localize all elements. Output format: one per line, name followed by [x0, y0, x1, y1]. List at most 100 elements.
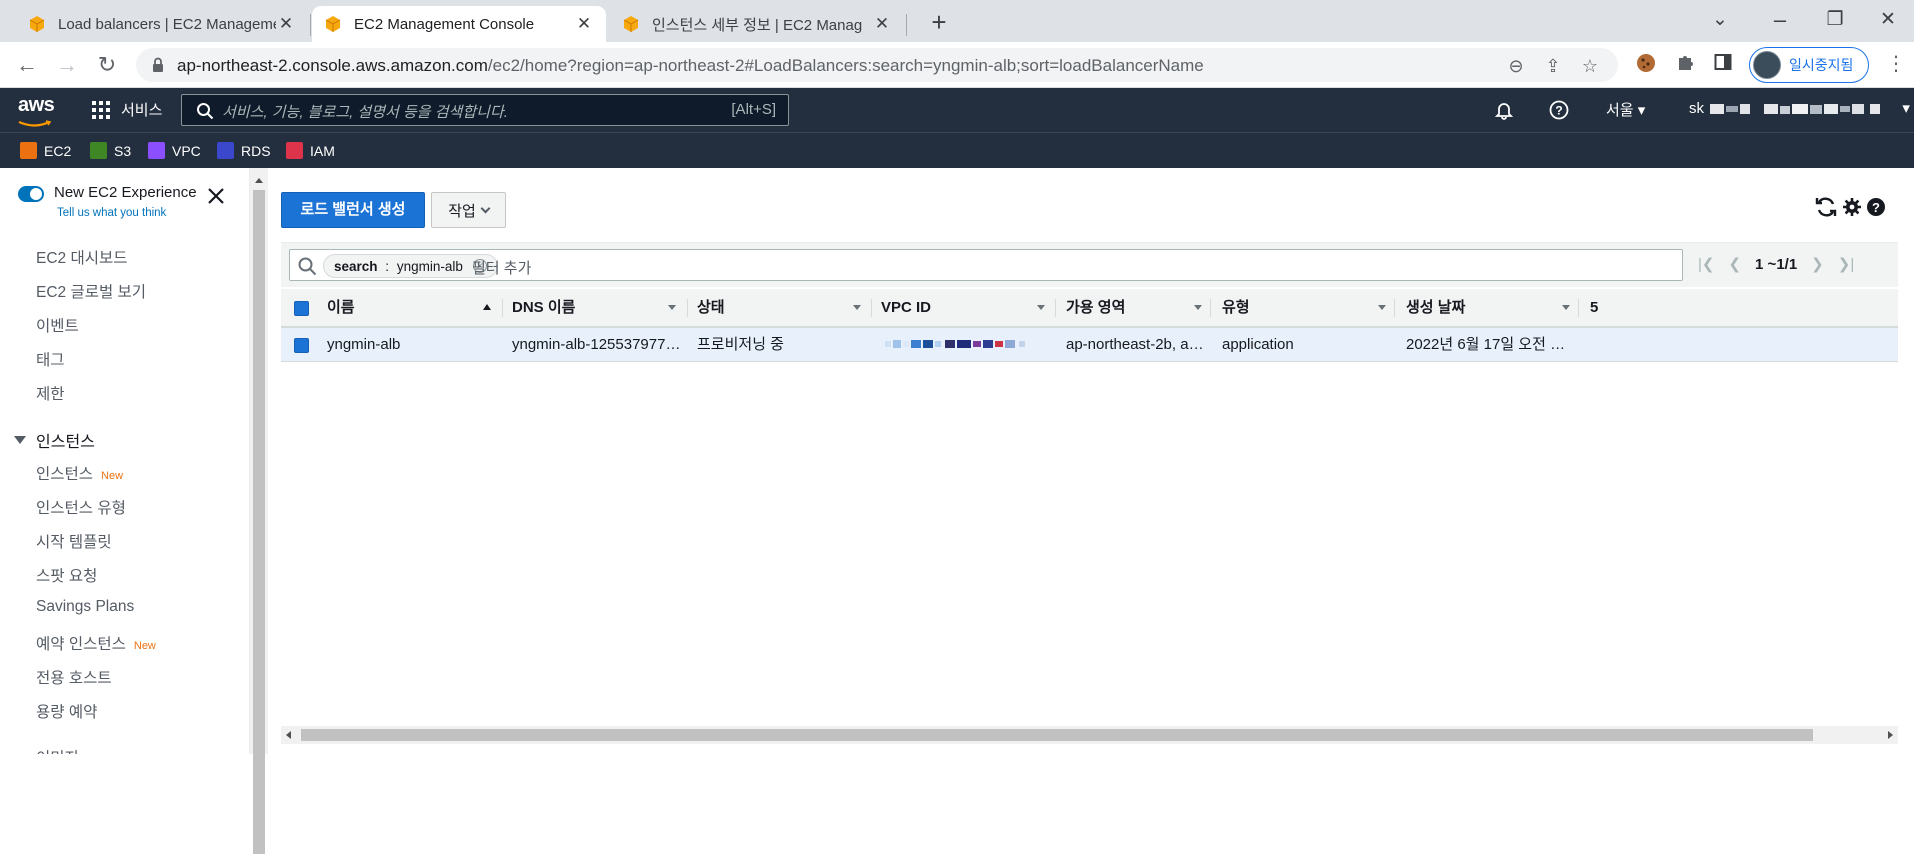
column-header-state[interactable]: 상태: [685, 289, 869, 326]
zoom-icon[interactable]: ⊖: [1506, 56, 1526, 76]
favorite-iam[interactable]: IAM: [286, 142, 335, 159]
profile-button[interactable]: 일시중지됨: [1749, 47, 1869, 83]
column-header-name[interactable]: 이름: [315, 289, 499, 326]
sidebar-item-instances[interactable]: 인스턴스 New: [36, 462, 123, 484]
account-menu[interactable]: sk ▾: [1689, 99, 1910, 117]
column-header-availability-zones[interactable]: 가용 영역: [1054, 289, 1210, 326]
sidebar-scrollbar[interactable]: [250, 168, 268, 854]
sidebar-item-limits[interactable]: 제한: [36, 382, 65, 404]
table-horizontal-scrollbar[interactable]: [281, 726, 1898, 744]
column-dropdown-icon: [853, 305, 861, 310]
search-icon: [298, 257, 317, 276]
column-label: 가용 영역: [1066, 299, 1126, 316]
sidebar-item-reserved-instances[interactable]: 예약 인스턴스 New: [36, 632, 156, 654]
close-tab-icon[interactable]: ✕: [574, 14, 594, 34]
back-arrow-icon[interactable]: ←: [10, 49, 44, 81]
restore-icon[interactable]: ❐: [1805, 4, 1865, 38]
sidebar-item-dedicated-hosts[interactable]: 전용 호스트: [36, 666, 112, 688]
region-selector[interactable]: 서울 ▾: [1606, 99, 1645, 120]
sidebar-item-capacity-reservations[interactable]: 용량 예약: [36, 700, 97, 722]
last-page-icon[interactable]: ❯|: [1838, 255, 1854, 273]
sidebar-section-instances[interactable]: 인스턴스: [14, 428, 95, 452]
column-header-created[interactable]: 생성 날짜: [1394, 289, 1578, 326]
minimize-icon[interactable]: –: [1750, 4, 1810, 38]
table-row[interactable]: yngmin-alb yngmin-alb-1255379776.ap-... …: [281, 328, 1898, 362]
favorite-rds[interactable]: RDS: [217, 142, 271, 159]
sidebar-item-instance-types[interactable]: 인스턴스 유형: [36, 496, 126, 518]
first-page-icon[interactable]: |❮: [1698, 255, 1714, 273]
next-page-icon[interactable]: ❯: [1811, 255, 1824, 273]
refresh-icon[interactable]: [1814, 196, 1838, 218]
sidebar-item-tags[interactable]: 태그: [36, 348, 65, 370]
help-circle-icon[interactable]: ?: [1866, 197, 1886, 217]
column-header-more[interactable]: 5: [1578, 289, 1608, 326]
side-panel-icon[interactable]: [1710, 52, 1736, 78]
sidebar-item-global-view[interactable]: EC2 글로벌 보기: [36, 280, 146, 302]
sidebar-section-images[interactable]: 이미지: [36, 746, 79, 754]
table-header: 이름 DNS 이름 상태 VPC ID 가용 영역 유형 생성 날짜 5: [281, 289, 1898, 328]
new-experience-toggle[interactable]: [18, 186, 44, 202]
browser-menu-icon[interactable]: ⋮: [1886, 53, 1906, 75]
services-menu[interactable]: 서비스: [92, 99, 162, 120]
load-balancers-panel: 로드 밸런서 생성 작업 ? search : yngmin-alb ✕ 필터 …: [268, 168, 1914, 754]
sidebar-item-spot-requests[interactable]: 스팟 요청: [36, 564, 97, 586]
feedback-link[interactable]: Tell us what you think: [57, 207, 166, 219]
cell-type: application: [1222, 336, 1294, 353]
scroll-up-arrow-icon[interactable]: [255, 178, 263, 183]
column-header-type[interactable]: 유형: [1210, 289, 1394, 326]
sidebar-item-ec2-dashboard[interactable]: EC2 대시보드: [36, 246, 128, 268]
filter-input[interactable]: search : yngmin-alb ✕ 필터 추가: [289, 249, 1683, 281]
notifications-bell-icon[interactable]: [1494, 100, 1514, 120]
select-all-checkbox[interactable]: [294, 301, 309, 316]
favorite-s3[interactable]: S3: [90, 142, 131, 159]
reload-icon[interactable]: ↻: [90, 49, 124, 81]
tab-search-chevron-icon[interactable]: ⌄: [1690, 4, 1750, 38]
column-header-dns[interactable]: DNS 이름: [500, 289, 684, 326]
create-load-balancer-button[interactable]: 로드 밸런서 생성: [281, 192, 425, 228]
close-tab-icon[interactable]: ✕: [276, 14, 296, 34]
aws-search-input[interactable]: 서비스, 기능, 블로그, 설명서 등을 검색합니다. [Alt+S]: [181, 94, 789, 126]
row-checkbox[interactable]: [294, 338, 309, 353]
column-dropdown-icon: [668, 305, 676, 310]
column-dropdown-icon: [1194, 305, 1202, 310]
svg-text:?: ?: [1555, 104, 1562, 118]
actions-dropdown-button[interactable]: 작업: [431, 192, 506, 228]
scrollbar-thumb[interactable]: [253, 190, 265, 854]
close-window-icon[interactable]: ✕: [1858, 4, 1914, 38]
sidebar-item-launch-templates[interactable]: 시작 템플릿: [36, 530, 112, 552]
favorite-vpc[interactable]: VPC: [148, 142, 201, 159]
browser-tab-instance-details[interactable]: 인스턴스 세부 정보 | EC2 Manag ✕: [610, 6, 904, 42]
redacted-vpc-id: [885, 340, 1025, 348]
favorite-label: RDS: [241, 142, 271, 159]
new-tab-button[interactable]: +: [922, 6, 956, 40]
profile-status: 일시중지됨: [1789, 57, 1854, 73]
bookmark-star-icon[interactable]: ☆: [1580, 56, 1600, 76]
extensions-puzzle-icon[interactable]: [1673, 52, 1699, 78]
scroll-right-arrow-icon[interactable]: [1888, 731, 1893, 739]
cookie-extension-icon[interactable]: [1633, 52, 1659, 78]
aws-smile-icon: [18, 120, 52, 127]
favorite-ec2[interactable]: EC2: [20, 142, 71, 159]
sidebar-item-label: 예약 인스턴스: [36, 636, 126, 653]
help-icon[interactable]: ?: [1549, 100, 1569, 120]
scroll-left-arrow-icon[interactable]: [286, 731, 291, 739]
table-tools: ?: [1814, 196, 1886, 218]
share-icon[interactable]: ⇪: [1543, 56, 1563, 76]
browser-tab-load-balancers[interactable]: Load balancers | EC2 Management ✕: [16, 6, 308, 42]
sidebar-item-events[interactable]: 이벤트: [36, 314, 79, 336]
address-bar[interactable]: ap-northeast-2.console.aws.amazon.com/ec…: [136, 48, 1618, 82]
sidebar-item-savings-plans[interactable]: Savings Plans: [36, 598, 134, 616]
prev-page-icon[interactable]: ❮: [1728, 255, 1741, 273]
close-tab-icon[interactable]: ✕: [872, 14, 892, 34]
browser-tab-ec2-console[interactable]: EC2 Management Console ✕: [312, 6, 606, 42]
scrollbar-thumb[interactable]: [301, 729, 1813, 741]
new-experience-label: New EC2 Experience: [54, 184, 197, 201]
actions-label: 작업: [448, 202, 476, 220]
forward-arrow-icon[interactable]: →: [50, 49, 84, 81]
close-sidebar-icon[interactable]: [204, 184, 228, 208]
settings-gear-icon[interactable]: [1842, 197, 1862, 217]
search-shortcut: [Alt+S]: [731, 101, 776, 118]
column-header-vpc-id[interactable]: VPC ID: [869, 289, 1053, 326]
favorite-label: VPC: [172, 142, 201, 159]
aws-logo[interactable]: aws: [18, 95, 58, 127]
